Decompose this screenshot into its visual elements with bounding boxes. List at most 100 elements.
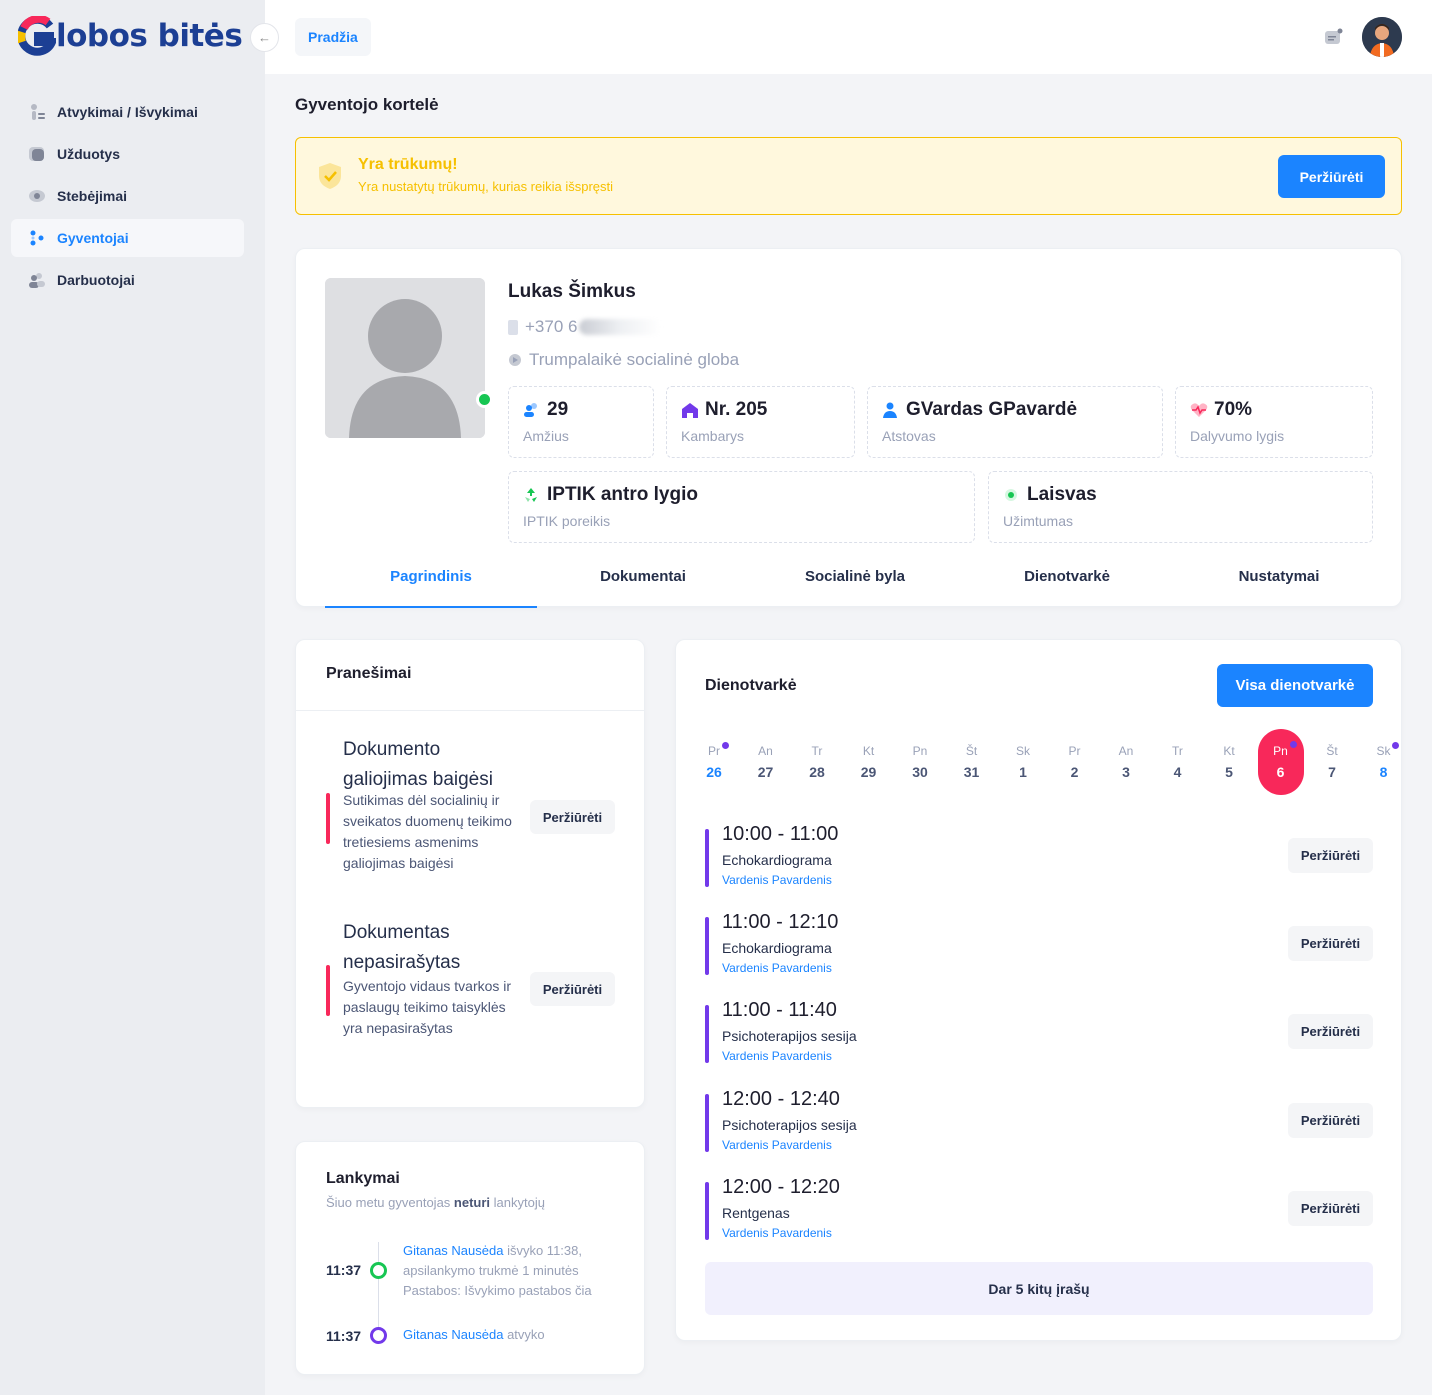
event-view-button[interactable]: Peržiūrėti: [1288, 926, 1373, 961]
sidebar-item-arrivals[interactable]: Atvykimai / Išvykimai: [11, 93, 244, 131]
tab-documents[interactable]: Dokumentai: [537, 556, 749, 607]
event-indicator: [705, 917, 709, 975]
stat-value: IPTIK antro lygio: [547, 484, 698, 505]
event-person[interactable]: Vardenis Pavardenis: [722, 1138, 832, 1152]
shield-check-icon: [316, 161, 344, 191]
tab-social-file[interactable]: Socialinė byla: [749, 556, 961, 607]
notifications-card: Pranešimai Dokumento galiojimas baigėsi …: [295, 639, 645, 1108]
event-person[interactable]: Vardenis Pavardenis: [722, 873, 832, 887]
tab-settings[interactable]: Nustatymai: [1173, 556, 1385, 607]
event-view-button[interactable]: Peržiūrėti: [1288, 1103, 1373, 1138]
day-number: 8: [1379, 764, 1388, 780]
sidebar-item-residents[interactable]: Gyventojai: [11, 219, 244, 257]
schedule-event: 12:00 - 12:40 Psichoterapijos sesija Var…: [705, 1088, 1373, 1162]
day-name: Kt: [862, 744, 875, 758]
visitor-link[interactable]: Gitanas Nausėda: [403, 1327, 503, 1342]
notification-title: Dokumentas nepasirašytas: [343, 922, 461, 973]
day-number: 31: [963, 764, 980, 780]
event-indicator: [705, 1005, 709, 1063]
notification-view-button[interactable]: Peržiūrėti: [530, 972, 615, 1006]
schedule-title: Dienotvarkė: [705, 677, 797, 694]
person-arrows-icon: [28, 103, 46, 121]
phone-icon: [508, 319, 518, 335]
day-2[interactable]: Tr 28: [791, 740, 843, 798]
day-6[interactable]: Sk 1: [997, 740, 1049, 798]
day-12[interactable]: Št 7: [1306, 740, 1358, 798]
day-number: 2: [1070, 764, 1079, 780]
full-schedule-button[interactable]: Visa dienotvarkė: [1217, 664, 1373, 707]
day-number: 6: [1276, 764, 1285, 780]
day-11[interactable]: Pn 6: [1257, 729, 1304, 795]
notifications-title: Pranešimai: [326, 665, 412, 682]
notification-text: Sutikimas dėl socialinių ir sveikatos du…: [343, 792, 512, 871]
day-5[interactable]: Št 31: [946, 740, 998, 798]
sidebar-item-staff[interactable]: Darbuotojai: [11, 261, 244, 299]
day-13[interactable]: Sk 8: [1358, 740, 1410, 798]
day-8[interactable]: An 3: [1100, 740, 1152, 798]
event-time: 10:00 - 11:00: [722, 823, 839, 845]
day-name: Pn: [912, 744, 928, 758]
notification-view-button[interactable]: Peržiūrėti: [530, 800, 615, 834]
phone-number: +370 6: [525, 317, 578, 336]
event-name: Echokardiograma: [722, 940, 832, 956]
event-name: Rentgenas: [722, 1205, 790, 1221]
alert-view-button[interactable]: Peržiūrėti: [1278, 155, 1385, 198]
visitor-link[interactable]: Gitanas Nausėda: [403, 1243, 503, 1258]
home-icon: [681, 401, 699, 419]
event-view-button[interactable]: Peržiūrėti: [1288, 1014, 1373, 1049]
stat-label: Atstovas: [882, 428, 936, 444]
day-0[interactable]: Pr 26: [688, 740, 740, 798]
stat-iptik: IPTIK antro lygio IPTIK poreikis: [508, 471, 975, 543]
event-dot: [1289, 741, 1297, 748]
stat-value: Nr. 205: [705, 399, 768, 420]
profile-photo: [325, 278, 485, 438]
event-name: Psichoterapijos sesija: [722, 1117, 857, 1133]
stat-label: Kambarys: [681, 428, 745, 444]
event-view-button[interactable]: Peržiūrėti: [1288, 1191, 1373, 1226]
sidebar-item-observations[interactable]: Stebėjimai: [11, 177, 244, 215]
visit-arrived-dot: [370, 1327, 387, 1344]
day-9[interactable]: Tr 4: [1152, 740, 1204, 798]
more-entries-button[interactable]: Dar 5 kitų įrašų: [705, 1262, 1373, 1315]
heart-pulse-icon: [1190, 401, 1208, 419]
day-number: 4: [1173, 764, 1182, 780]
notification-indicator: [326, 965, 330, 1016]
day-name: Št: [965, 744, 978, 758]
stat-label: Amžius: [523, 428, 569, 444]
sidebar-item-tasks[interactable]: Užduotys: [11, 135, 244, 173]
notification-text: Gyventojo vidaus tvarkos ir paslaugų tei…: [343, 978, 512, 1036]
event-person[interactable]: Vardenis Pavardenis: [722, 1049, 832, 1063]
page-title: Gyventojo kortelė: [295, 95, 439, 114]
day-7[interactable]: Pr 2: [1049, 740, 1101, 798]
visit-time: 11:37: [326, 1262, 362, 1278]
tab-schedule[interactable]: Dienotvarkė: [961, 556, 1173, 607]
status-dot-icon: [1003, 486, 1021, 504]
resident-name: Lukas Šimkus: [508, 281, 636, 302]
stat-age: 29 Amžius: [508, 386, 654, 458]
day-3[interactable]: Kt 29: [843, 740, 895, 798]
tab-main[interactable]: Pagrindinis: [325, 556, 537, 608]
event-person[interactable]: Vardenis Pavardenis: [722, 961, 832, 975]
day-10[interactable]: Kt 5: [1203, 740, 1255, 798]
app-logo[interactable]: lobos bitės: [17, 14, 243, 56]
logo-text: lobos bitės: [56, 18, 243, 54]
day-4[interactable]: Pn 30: [894, 740, 946, 798]
event-view-button[interactable]: Peržiūrėti: [1288, 838, 1373, 873]
notifications-icon[interactable]: [1323, 27, 1343, 47]
sidebar-item-label: Atvykimai / Išvykimai: [57, 104, 198, 120]
visit-text: atvyko: [507, 1327, 545, 1342]
day-number: 1: [1019, 764, 1027, 780]
breadcrumb[interactable]: Pradžia: [295, 18, 371, 56]
day-name: Pr: [708, 744, 720, 758]
user-avatar[interactable]: [1362, 17, 1402, 57]
day-name: Tr: [1172, 744, 1183, 758]
stat-representative: GVardas GPavardė Atstovas: [867, 386, 1163, 458]
day-number: 27: [757, 764, 774, 780]
day-name: Tr: [811, 744, 823, 758]
alert-title: Yra trūkumų!: [358, 156, 458, 173]
sidebar-collapse-button[interactable]: ←: [250, 23, 279, 52]
day-1[interactable]: An 27: [740, 740, 792, 798]
resident-phone: +370 6: [508, 317, 662, 337]
day-name: An: [758, 744, 773, 758]
event-person[interactable]: Vardenis Pavardenis: [722, 1226, 832, 1240]
